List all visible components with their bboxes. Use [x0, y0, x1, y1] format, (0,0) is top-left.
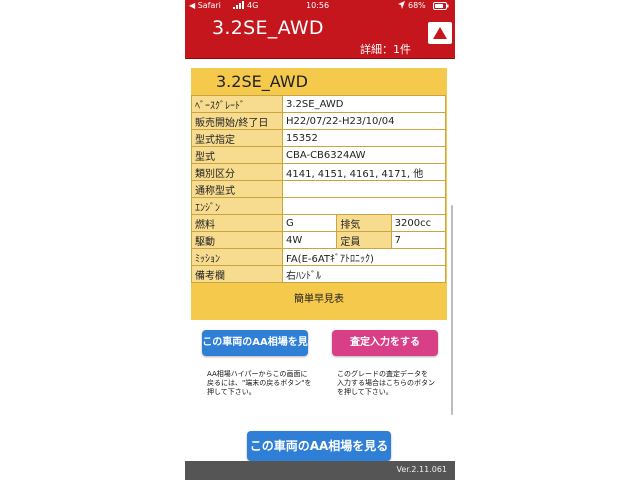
row-label: 類別区分: [191, 163, 283, 181]
table-row: 燃料 G 排気 3200cc: [191, 214, 447, 232]
status-bar: ◀ Safari 4G 10:56 68%: [185, 0, 455, 13]
grade-title: 3.2SE_AWD: [216, 72, 308, 91]
network-type: 4G: [247, 1, 259, 10]
row-value: 3.2SE_AWD: [282, 95, 446, 113]
row-value: 4141, 4151, 4161, 4171, 他: [282, 163, 446, 181]
row-label: 定員: [336, 231, 392, 249]
row-label: 通称型式: [191, 180, 283, 198]
signal-icon: [233, 1, 245, 11]
row-label: 燃料: [191, 214, 283, 232]
result-count: 詳細：1件: [360, 43, 411, 56]
table-row: ﾐｯｼｮﾝ FA(E-6ATｷﾞｱﾄﾛﾆｯｸ): [191, 248, 446, 266]
aa-market-big-button[interactable]: この車両のAA相場を見る: [247, 431, 391, 461]
table-row: 型式指定 15352: [191, 129, 446, 147]
row-label: ﾍﾞｰｽｸﾞﾚｰﾄﾞ: [191, 95, 283, 113]
row-value: 3200cc: [390, 214, 447, 232]
satei-input-button[interactable]: 査定入力をする: [332, 330, 438, 356]
page-title: 3.2SE_AWD: [212, 17, 324, 39]
clock: 10:56: [306, 1, 330, 10]
row-label: ﾐｯｼｮﾝ: [191, 248, 283, 266]
spec-table: ﾍﾞｰｽｸﾞﾚｰﾄﾞ 3.2SE_AWD 販売開始/終了日 H22/07/22-…: [191, 95, 447, 283]
row-label: 販売開始/終了日: [191, 112, 283, 130]
up-triangle-icon: [433, 27, 447, 39]
satei-note: このグレードの査定データを 入力する場合はこちらのボタン を押して下さい。: [337, 370, 435, 396]
table-row: 販売開始/終了日 H22/07/22-H23/10/04: [191, 112, 446, 130]
table-row: 通称型式: [191, 180, 446, 198]
scroll-top-button[interactable]: [428, 22, 452, 44]
row-label: 型式指定: [191, 129, 283, 147]
table-row: 類別区分 4141, 4151, 4161, 4171, 他: [191, 163, 446, 181]
row-label: 排気: [336, 214, 392, 232]
row-label: 備考欄: [191, 265, 283, 283]
row-value: 4W: [281, 231, 338, 249]
battery-percent: 68%: [408, 1, 426, 10]
row-label: 型式: [191, 146, 283, 164]
row-value: 7: [390, 231, 447, 249]
row-value: 右ﾊﾝﾄﾞﾙ: [282, 265, 446, 283]
table-row: ﾍﾞｰｽｸﾞﾚｰﾄﾞ 3.2SE_AWD: [191, 95, 446, 113]
table-row: 型式 CBA-CB6324AW: [191, 146, 446, 164]
simple-table-link[interactable]: 簡単早見表: [191, 290, 447, 305]
scrollbar[interactable]: [451, 205, 453, 415]
row-value: 15352: [282, 129, 446, 147]
footer: Ver.2.11.061: [185, 461, 455, 480]
row-value: FA(E-6ATｷﾞｱﾄﾛﾆｯｸ): [282, 248, 446, 266]
page-header: 3.2SE_AWD 詳細：1件: [185, 13, 455, 59]
aa-market-button[interactable]: この車両のAA相場を見る: [202, 330, 308, 374]
row-value: G: [281, 214, 338, 232]
table-row: ｴﾝｼﾞﾝ: [191, 197, 446, 215]
row-label: 駆動: [191, 231, 283, 249]
location-arrow-icon: [398, 1, 405, 11]
aa-market-note: AA相場ハイパーからこの画面に 戻るには、"端末の戻るボタン"を 押して下さい。: [207, 370, 312, 396]
grade-detail-card: 3.2SE_AWD ﾍﾞｰｽｸﾞﾚｰﾄﾞ 3.2SE_AWD 販売開始/終了日 …: [191, 68, 447, 320]
table-row: 駆動 4W 定員 7: [191, 231, 447, 249]
phone-screen: ◀ Safari 4G 10:56 68% 3.2SE_AWD 詳細：1件 3.…: [185, 0, 455, 480]
row-value: [282, 180, 446, 198]
row-value: [282, 197, 446, 215]
row-value: H22/07/22-H23/10/04: [282, 112, 446, 130]
battery-icon: [433, 2, 449, 12]
back-to-safari[interactable]: ◀ Safari: [189, 1, 221, 10]
row-label: ｴﾝｼﾞﾝ: [191, 197, 283, 215]
version-label: Ver.2.11.061: [396, 465, 448, 474]
table-row: 備考欄 右ﾊﾝﾄﾞﾙ: [191, 265, 446, 283]
row-value: CBA-CB6324AW: [282, 146, 446, 164]
